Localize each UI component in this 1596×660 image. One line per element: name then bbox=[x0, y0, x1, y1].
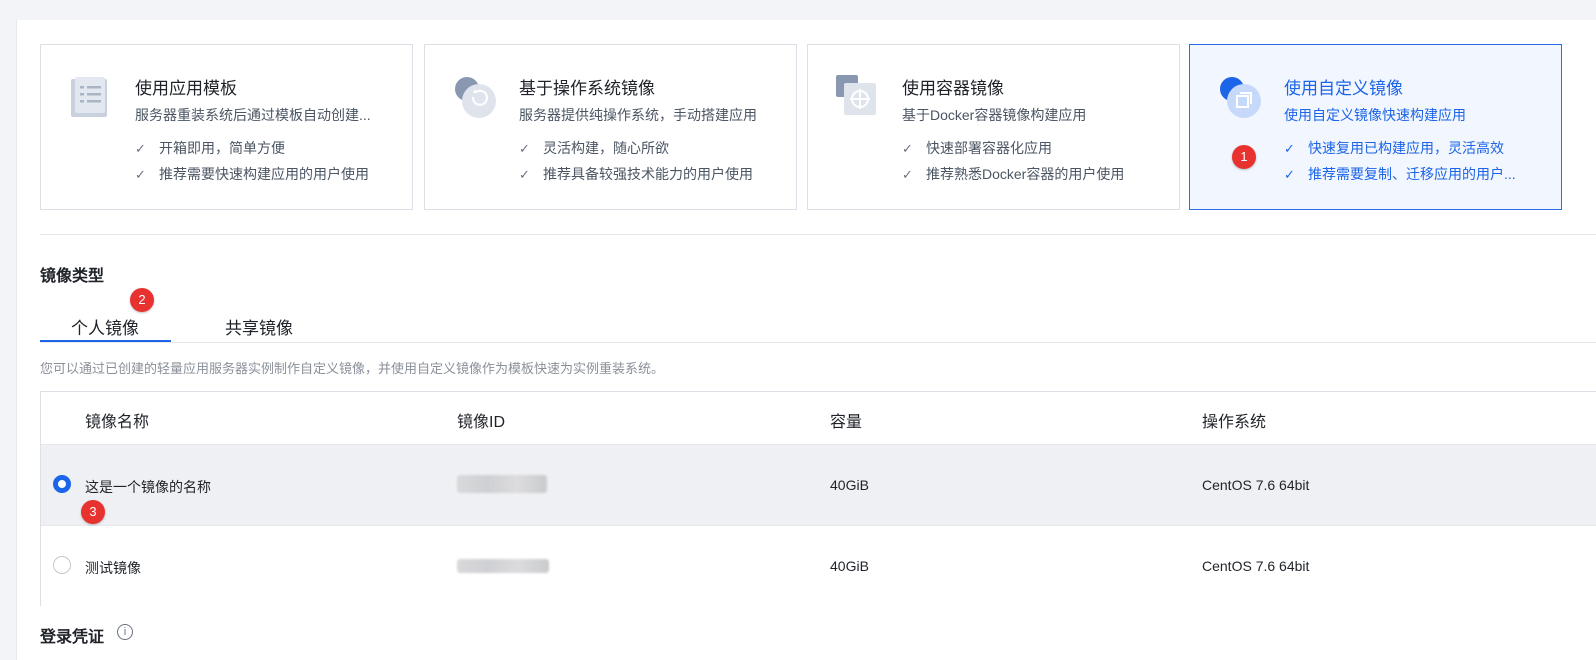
col-os: 操作系统 bbox=[1202, 414, 1267, 431]
step-marker-2: 2 bbox=[130, 288, 154, 312]
image-os: CentOS 7.6 64bit bbox=[1202, 477, 1310, 493]
table-header: 镜像名称 镜像ID 容量 操作系统 bbox=[41, 392, 1596, 445]
redacted-image-id bbox=[457, 475, 547, 493]
container-icon bbox=[836, 75, 876, 115]
card-title: 使用自定义镜像 bbox=[1284, 79, 1403, 98]
card-desc: 服务器提供纯操作系统，手动搭建应用 bbox=[519, 107, 757, 123]
image-table: 镜像名称 镜像ID 容量 操作系统 这是一个镜像的名称 40GiB CentOS… bbox=[40, 391, 1596, 606]
step-marker-1: 1 bbox=[1232, 145, 1256, 169]
card-feature: ✓ 推荐需要复制、迁移应用的用户... bbox=[1284, 166, 1516, 182]
col-image-name: 镜像名称 bbox=[85, 414, 150, 431]
login-credential-title: 登录凭证 bbox=[40, 629, 105, 646]
card-desc: 使用自定义镜像快速构建应用 bbox=[1284, 107, 1466, 123]
card-desc: 服务器重装系统后通过模板自动创建... bbox=[135, 107, 371, 123]
check-icon: ✓ bbox=[519, 141, 530, 156]
redacted-image-id bbox=[457, 559, 549, 573]
tab-personal-image[interactable]: 个人镜像 bbox=[71, 314, 139, 339]
table-row[interactable]: 测试镜像 40GiB CentOS 7.6 64bit bbox=[41, 526, 1596, 606]
card-desc: 基于Docker容器镜像构建应用 bbox=[902, 107, 1087, 123]
image-capacity: 40GiB bbox=[830, 558, 869, 574]
hint-text: 您可以通过已创建的轻量应用服务器实例制作自定义镜像，并使用自定义镜像作为模板快速… bbox=[40, 361, 665, 376]
active-tab-indicator bbox=[40, 340, 171, 342]
card-title: 基于操作系统镜像 bbox=[519, 79, 655, 98]
card-feature: ✓ 开箱即用，简单方便 bbox=[135, 140, 285, 156]
os-image-icon bbox=[455, 77, 496, 118]
check-icon: ✓ bbox=[519, 167, 530, 182]
image-type-title: 镜像类型 bbox=[40, 268, 105, 285]
check-icon: ✓ bbox=[135, 141, 146, 156]
card-os-image[interactable]: 基于操作系统镜像 服务器提供纯操作系统，手动搭建应用 ✓ 灵活构建，随心所欲 ✓ 推… bbox=[424, 44, 797, 210]
step-marker-3: 3 bbox=[81, 500, 105, 524]
check-icon: ✓ bbox=[902, 141, 913, 156]
image-name: 测试镜像 bbox=[85, 560, 141, 576]
tab-shared-image[interactable]: 共享镜像 bbox=[225, 314, 293, 339]
tabs-rule bbox=[40, 342, 1596, 343]
row-radio[interactable] bbox=[53, 556, 71, 574]
image-name: 这是一个镜像的名称 bbox=[85, 479, 211, 495]
table-row[interactable]: 这是一个镜像的名称 40GiB CentOS 7.6 64bit 3 bbox=[41, 445, 1596, 526]
card-app-template[interactable]: 使用应用模板 服务器重装系统后通过模板自动创建... ✓ 开箱即用，简单方便 ✓ 推… bbox=[40, 44, 413, 210]
col-image-id: 镜像ID bbox=[457, 414, 506, 431]
row-radio[interactable] bbox=[53, 475, 71, 493]
template-icon bbox=[71, 77, 107, 117]
card-feature: ✓ 推荐具备较强技术能力的用户使用 bbox=[519, 166, 753, 182]
check-icon: ✓ bbox=[902, 167, 913, 182]
custom-image-icon bbox=[1220, 77, 1261, 118]
image-capacity: 40GiB bbox=[830, 477, 869, 493]
card-feature: ✓ 灵活构建，随心所欲 bbox=[519, 140, 669, 156]
card-container-image[interactable]: 使用容器镜像 基于Docker容器镜像构建应用 ✓ 快速部署容器化应用 ✓ 推荐熟悉… bbox=[807, 44, 1180, 210]
check-icon: ✓ bbox=[1284, 141, 1295, 156]
check-icon: ✓ bbox=[1284, 167, 1295, 182]
divider bbox=[40, 234, 1596, 235]
col-capacity: 容量 bbox=[830, 414, 863, 431]
image-os: CentOS 7.6 64bit bbox=[1202, 558, 1310, 574]
card-title: 使用应用模板 bbox=[135, 79, 237, 98]
card-title: 使用容器镜像 bbox=[902, 79, 1004, 98]
card-feature: ✓ 推荐熟悉Docker容器的用户使用 bbox=[902, 166, 1125, 182]
check-icon: ✓ bbox=[135, 167, 146, 182]
main-panel: 使用应用模板 服务器重装系统后通过模板自动创建... ✓ 开箱即用，简单方便 ✓ 推… bbox=[16, 20, 1596, 660]
info-icon[interactable]: i bbox=[117, 624, 133, 640]
card-custom-image[interactable]: 使用自定义镜像 使用自定义镜像快速构建应用 ✓ 快速复用已构建应用，灵活高效 ✓ 推… bbox=[1189, 44, 1562, 210]
card-feature: ✓ 推荐需要快速构建应用的用户使用 bbox=[135, 166, 369, 182]
card-feature: ✓ 快速部署容器化应用 bbox=[902, 140, 1052, 156]
card-feature: ✓ 快速复用已构建应用，灵活高效 bbox=[1284, 140, 1504, 156]
